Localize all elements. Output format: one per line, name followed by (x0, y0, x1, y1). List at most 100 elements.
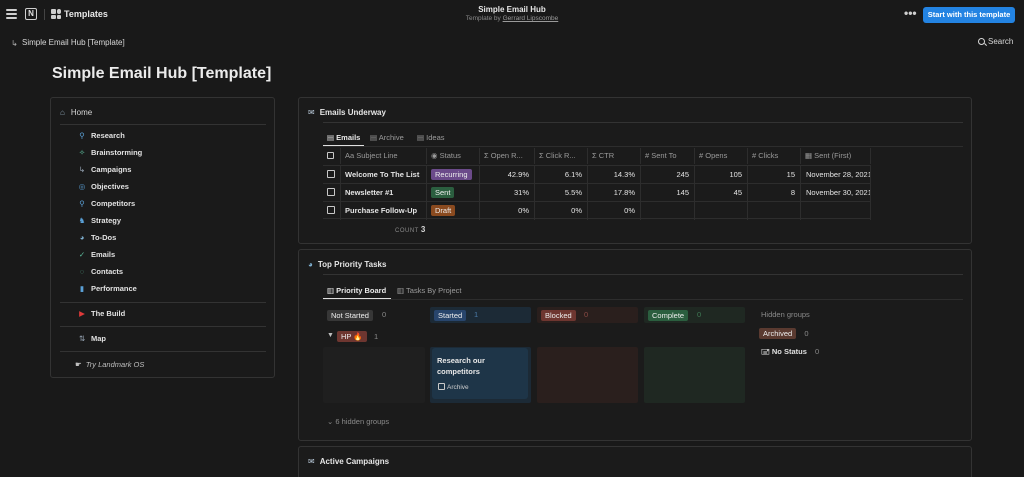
sidebar-item-label: Emails (91, 250, 116, 259)
checkbox-icon (327, 206, 335, 214)
hidden-group-no-status[interactable]: 🖃 No Status 0 (761, 346, 819, 359)
sidebar-item-contacts[interactable]: ◌ Contacts (77, 267, 123, 276)
sidebar-item-performance[interactable]: ▮ Performance (77, 284, 137, 293)
column-count: 1 (474, 310, 479, 319)
board-column-complete[interactable]: Complete 0 (644, 307, 745, 323)
tab-tasks-by-project[interactable]: ▥ Tasks By Project (397, 286, 461, 295)
col-open-rate[interactable]: Σ Open R... (480, 148, 535, 164)
opens-cell[interactable]: 45 (695, 184, 748, 202)
sidebar-item-research[interactable]: ⚲ Research (77, 131, 125, 140)
col-sent-to[interactable]: # Sent To (641, 148, 695, 164)
sent-to-cell[interactable]: 145 (641, 184, 695, 202)
open-rate-cell: 0% (480, 202, 535, 220)
inbox-icon: ✉ (308, 457, 315, 466)
search-button[interactable]: Search (978, 37, 1013, 46)
clicks-cell[interactable]: 15 (748, 166, 801, 184)
col-sent-first[interactable]: ▦ Sent (First) (801, 148, 871, 164)
col-ctr[interactable]: Σ CTR (588, 148, 641, 164)
sidebar-item-label: Performance (91, 284, 137, 293)
column-count: 0 (382, 310, 387, 319)
tab-emails[interactable]: ▤ Emails (327, 133, 360, 142)
sidebar-item-strategy[interactable]: ♞ Strategy (77, 216, 121, 225)
opens-cell[interactable] (695, 202, 748, 220)
table-row[interactable]: Newsletter #1 Sent 31% 5.5% 17.8% 145 45… (323, 183, 871, 202)
subject-cell[interactable]: Newsletter #1 (341, 184, 427, 202)
tab-archive[interactable]: ▤ Archive (370, 133, 404, 142)
task-card[interactable]: Research our competitors Archive (432, 348, 528, 399)
youtube-icon: ▶ (79, 309, 85, 318)
more-options-icon[interactable]: ••• (904, 6, 917, 20)
page-icon: ↳ (11, 39, 18, 48)
hidden-groups-label: Hidden groups (761, 310, 810, 319)
opens-cell[interactable]: 105 (695, 166, 748, 184)
sidebar-item-campaigns[interactable]: ↳ Campaigns (77, 165, 132, 174)
archive-checkbox[interactable]: Archive (438, 383, 469, 391)
row-checkbox[interactable] (323, 166, 341, 184)
status-badge: Archived (759, 328, 797, 339)
board-column-not-started[interactable]: Not Started 0 (323, 307, 425, 323)
start-template-button[interactable]: Start with this template (923, 7, 1015, 23)
sidebar-item-emails[interactable]: ✓ Emails (77, 250, 115, 259)
col-opens[interactable]: # Opens (695, 148, 748, 164)
tab-priority-board[interactable]: ▥ Priority Board (327, 286, 386, 295)
table-row[interactable]: Welcome To The List Recurring 42.9% 6.1%… (323, 165, 871, 184)
col-click-rate[interactable]: Σ Click R... (535, 148, 588, 164)
property-label: Archive (447, 384, 469, 391)
sidebar-item-brainstorming[interactable]: ✧ Brainstorming (77, 148, 142, 157)
author-link[interactable]: Gerrard Lipscombe (503, 15, 559, 22)
search-icon: ⚲ (79, 131, 85, 140)
try-landmark-link[interactable]: ☛ Try Landmark OS (75, 360, 144, 369)
sidebar-item-objectives[interactable]: ◎ Objectives (77, 182, 129, 191)
breadcrumb[interactable]: Simple Email Hub [Template] (22, 38, 125, 47)
column-label: Status (439, 151, 461, 160)
click-rate-cell: 0% (535, 202, 588, 220)
sent-first-cell[interactable]: November 28, 2021 (801, 166, 871, 184)
clicks-cell[interactable]: 8 (748, 184, 801, 202)
group-hp[interactable]: HP 🔥 1 (337, 331, 378, 342)
checklist-icon: ◕ (308, 260, 313, 269)
column-count: 0 (584, 310, 589, 319)
board-column-started[interactable]: Started 1 (430, 307, 531, 323)
sent-to-cell[interactable] (641, 202, 695, 220)
divider (60, 326, 266, 327)
subject-cell[interactable]: Purchase Follow-Up (341, 202, 427, 220)
tab-ideas[interactable]: ▤ Ideas (417, 133, 445, 142)
sent-first-cell[interactable] (801, 202, 871, 220)
count-value: 3 (420, 225, 426, 234)
top-bar: N Templates Simple Email Hub Template by… (0, 0, 1024, 30)
board-column-blocked[interactable]: Blocked 0 (537, 307, 638, 323)
table-icon: ▤ (327, 133, 337, 142)
sidebar-item-map[interactable]: ⇅ Map (77, 334, 106, 343)
sidebar-item-label: Brainstorming (91, 148, 143, 157)
subject-cell[interactable]: Welcome To The List (341, 166, 427, 184)
col-status[interactable]: ◉ Status (427, 148, 480, 164)
row-checkbox[interactable] (323, 184, 341, 202)
status-badge: Draft (431, 205, 456, 216)
row-checkbox[interactable] (323, 202, 341, 220)
checkbox-icon (327, 170, 335, 178)
sidebar-item-the-build[interactable]: ▶ The Build (77, 309, 125, 318)
sent-to-cell[interactable]: 245 (641, 166, 695, 184)
collapse-toggle-icon[interactable]: ▼ (327, 332, 334, 339)
sidebar-item-label: Research (91, 131, 125, 140)
status-badge: Not Started (327, 309, 373, 321)
clicks-cell[interactable] (748, 202, 801, 220)
table-row[interactable]: Purchase Follow-Up Draft 0% 0% 0% (323, 201, 871, 220)
col-clicks[interactable]: # Clicks (748, 148, 801, 164)
calendar-icon: ▦ (805, 151, 815, 160)
status-badge: Sent (431, 187, 455, 198)
sidebar-item-competitors[interactable]: ⚲ Competitors (77, 199, 135, 208)
status-cell[interactable]: Recurring (427, 166, 480, 184)
tab-label: Ideas (426, 133, 445, 142)
status-cell[interactable]: Draft (427, 202, 480, 220)
hidden-groups-toggle[interactable]: ⌄ 6 hidden groups (327, 417, 389, 426)
sidebar-item-home[interactable]: ⌂ Home (60, 108, 92, 117)
emails-underway-panel: ✉ Emails Underway ▤ Emails ▤ Archive ▤ Id… (298, 97, 972, 244)
status-cell[interactable]: Sent (427, 184, 480, 202)
sent-first-cell[interactable]: November 30, 2021 (801, 184, 871, 202)
search-icon (978, 38, 985, 45)
hidden-group-archived[interactable]: Archived 0 (759, 328, 809, 339)
sidebar-item-to-dos[interactable]: ◕ To-Dos (77, 233, 117, 242)
col-subject[interactable]: Aa Subject Line (341, 148, 427, 164)
select-all-checkbox[interactable] (323, 148, 341, 164)
